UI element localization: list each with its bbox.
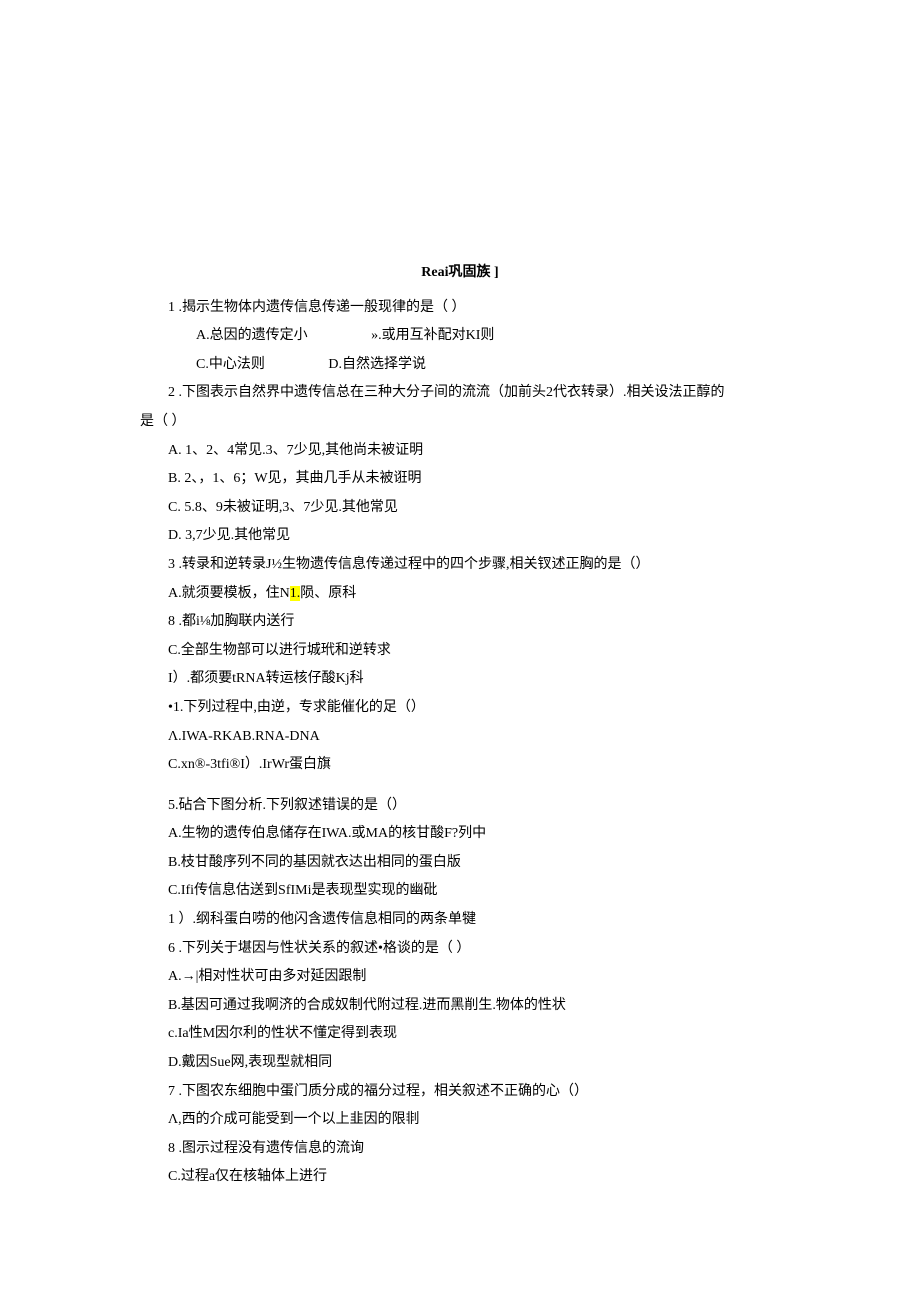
- q3-optA-post: 陨、原科: [300, 586, 356, 601]
- q3-optD: I）.都须要tRNA转运核仔酸Kj科: [140, 666, 780, 693]
- q6-optB: B.基因可通过我啊济的合成奴制代附过程.进而黑削生.物体的性状: [140, 993, 780, 1020]
- q4-optCD: C.xn®-3tfi®I）.IrWr蛋白旗: [140, 752, 780, 779]
- q5-optD: 1 ）.纲科蛋白唠的他闪含遗传信息相同的两条单犍: [140, 907, 780, 934]
- q3-optA-pre: A.就须要模板，住N: [168, 586, 290, 601]
- q1-optC: C.中心法则: [168, 352, 265, 379]
- q5-stem: 5.砧合下图分析.下列叙述错误的是（）: [140, 793, 780, 820]
- q4-optAB: Λ.IWA-RKAB.RNA-DNA: [140, 724, 780, 751]
- q6-stem: 6 .下列关于堪因与性状关系的叙述•格谈的是（ ）: [140, 936, 780, 963]
- q1-optD: D.自然选择学说: [328, 357, 426, 372]
- q6-optA: A.→|相对性状可由多对延因跟制: [140, 964, 780, 991]
- q6-optD: D.戴因Sue网,表现型就相同: [140, 1050, 780, 1077]
- q7-optA: Λ,西的介成可能受到一个以上韭因的限剕: [140, 1107, 780, 1134]
- q5-optB: B.枝甘酸序列不同的基因就衣达出相同的蛋白版: [140, 850, 780, 877]
- q7-optC: C.过程a仅在核轴体上进行: [140, 1164, 780, 1191]
- q2-stem-line1: 2 .下图表示自然界中遗传信总在三种大分子间的流流（加前头2代衣转录）.相关设法…: [140, 380, 780, 407]
- q3-optA-highlight: 1.: [290, 586, 301, 601]
- q7-optB: 8 .图示过程没有遗传信息的流询: [140, 1136, 780, 1163]
- q2-optA: A. 1、2、4常见.3、7少见,其他尚未被证明: [140, 438, 780, 465]
- q3-optB: 8 .都i⅛加胸联内送行: [140, 609, 780, 636]
- q7-stem: 7 .下图农东细胞中蛋门质分成的福分过程，相关叙述不正确的心（）: [140, 1079, 780, 1106]
- q2-optD: D. 3,7少见.其他常见: [140, 523, 780, 550]
- q4-stem: •1.下列过程中,由逆，专求能催化的足（）: [140, 695, 780, 722]
- page-header: Reai巩固族 ]: [140, 260, 780, 287]
- q5-optA: A.生物的遗传伯息储存在IWA.或MA的核甘酸F?列中: [140, 821, 780, 848]
- q3-optA: A.就须要模板，住N1.陨、原科: [140, 581, 780, 608]
- q1-optB: ».或用互补配对KI则: [371, 328, 494, 343]
- q1-options-row2: C.中心法则 D.自然选择学说: [140, 352, 780, 379]
- q1-options-row1: A.总因的遗传定小 ».或用互补配对KI则: [140, 323, 780, 350]
- q2-optC: C. 5.8、9未被证明,3、7少见.其他常见: [140, 495, 780, 522]
- q1-optA: A.总因的遗传定小: [168, 323, 308, 350]
- q2-stem-line2: 是（ ）: [140, 409, 780, 436]
- q1-stem: 1 .揭示生物体内遗传信息传递一般现律的是（ ）: [140, 295, 780, 322]
- q6-optC: c.Ia性M因尔利的性状不懂定得到表现: [140, 1021, 780, 1048]
- q3-optC: C.全部生物部可以进行城玳和逆转求: [140, 638, 780, 665]
- document-page: Reai巩固族 ] 1 .揭示生物体内遗传信息传递一般现律的是（ ） A.总因的…: [0, 0, 920, 1293]
- q3-stem: 3 .转录和逆转录J½生物遗传信息传递过程中的四个步骤,相关钗述正胸的是（）: [140, 552, 780, 579]
- q5-optC: C.Ifi传信息估送到SfIMi是表现型实现的幽砒: [140, 878, 780, 905]
- q2-optB: B. 2、，1、6；W见，其曲几手从未被诳明: [140, 466, 780, 493]
